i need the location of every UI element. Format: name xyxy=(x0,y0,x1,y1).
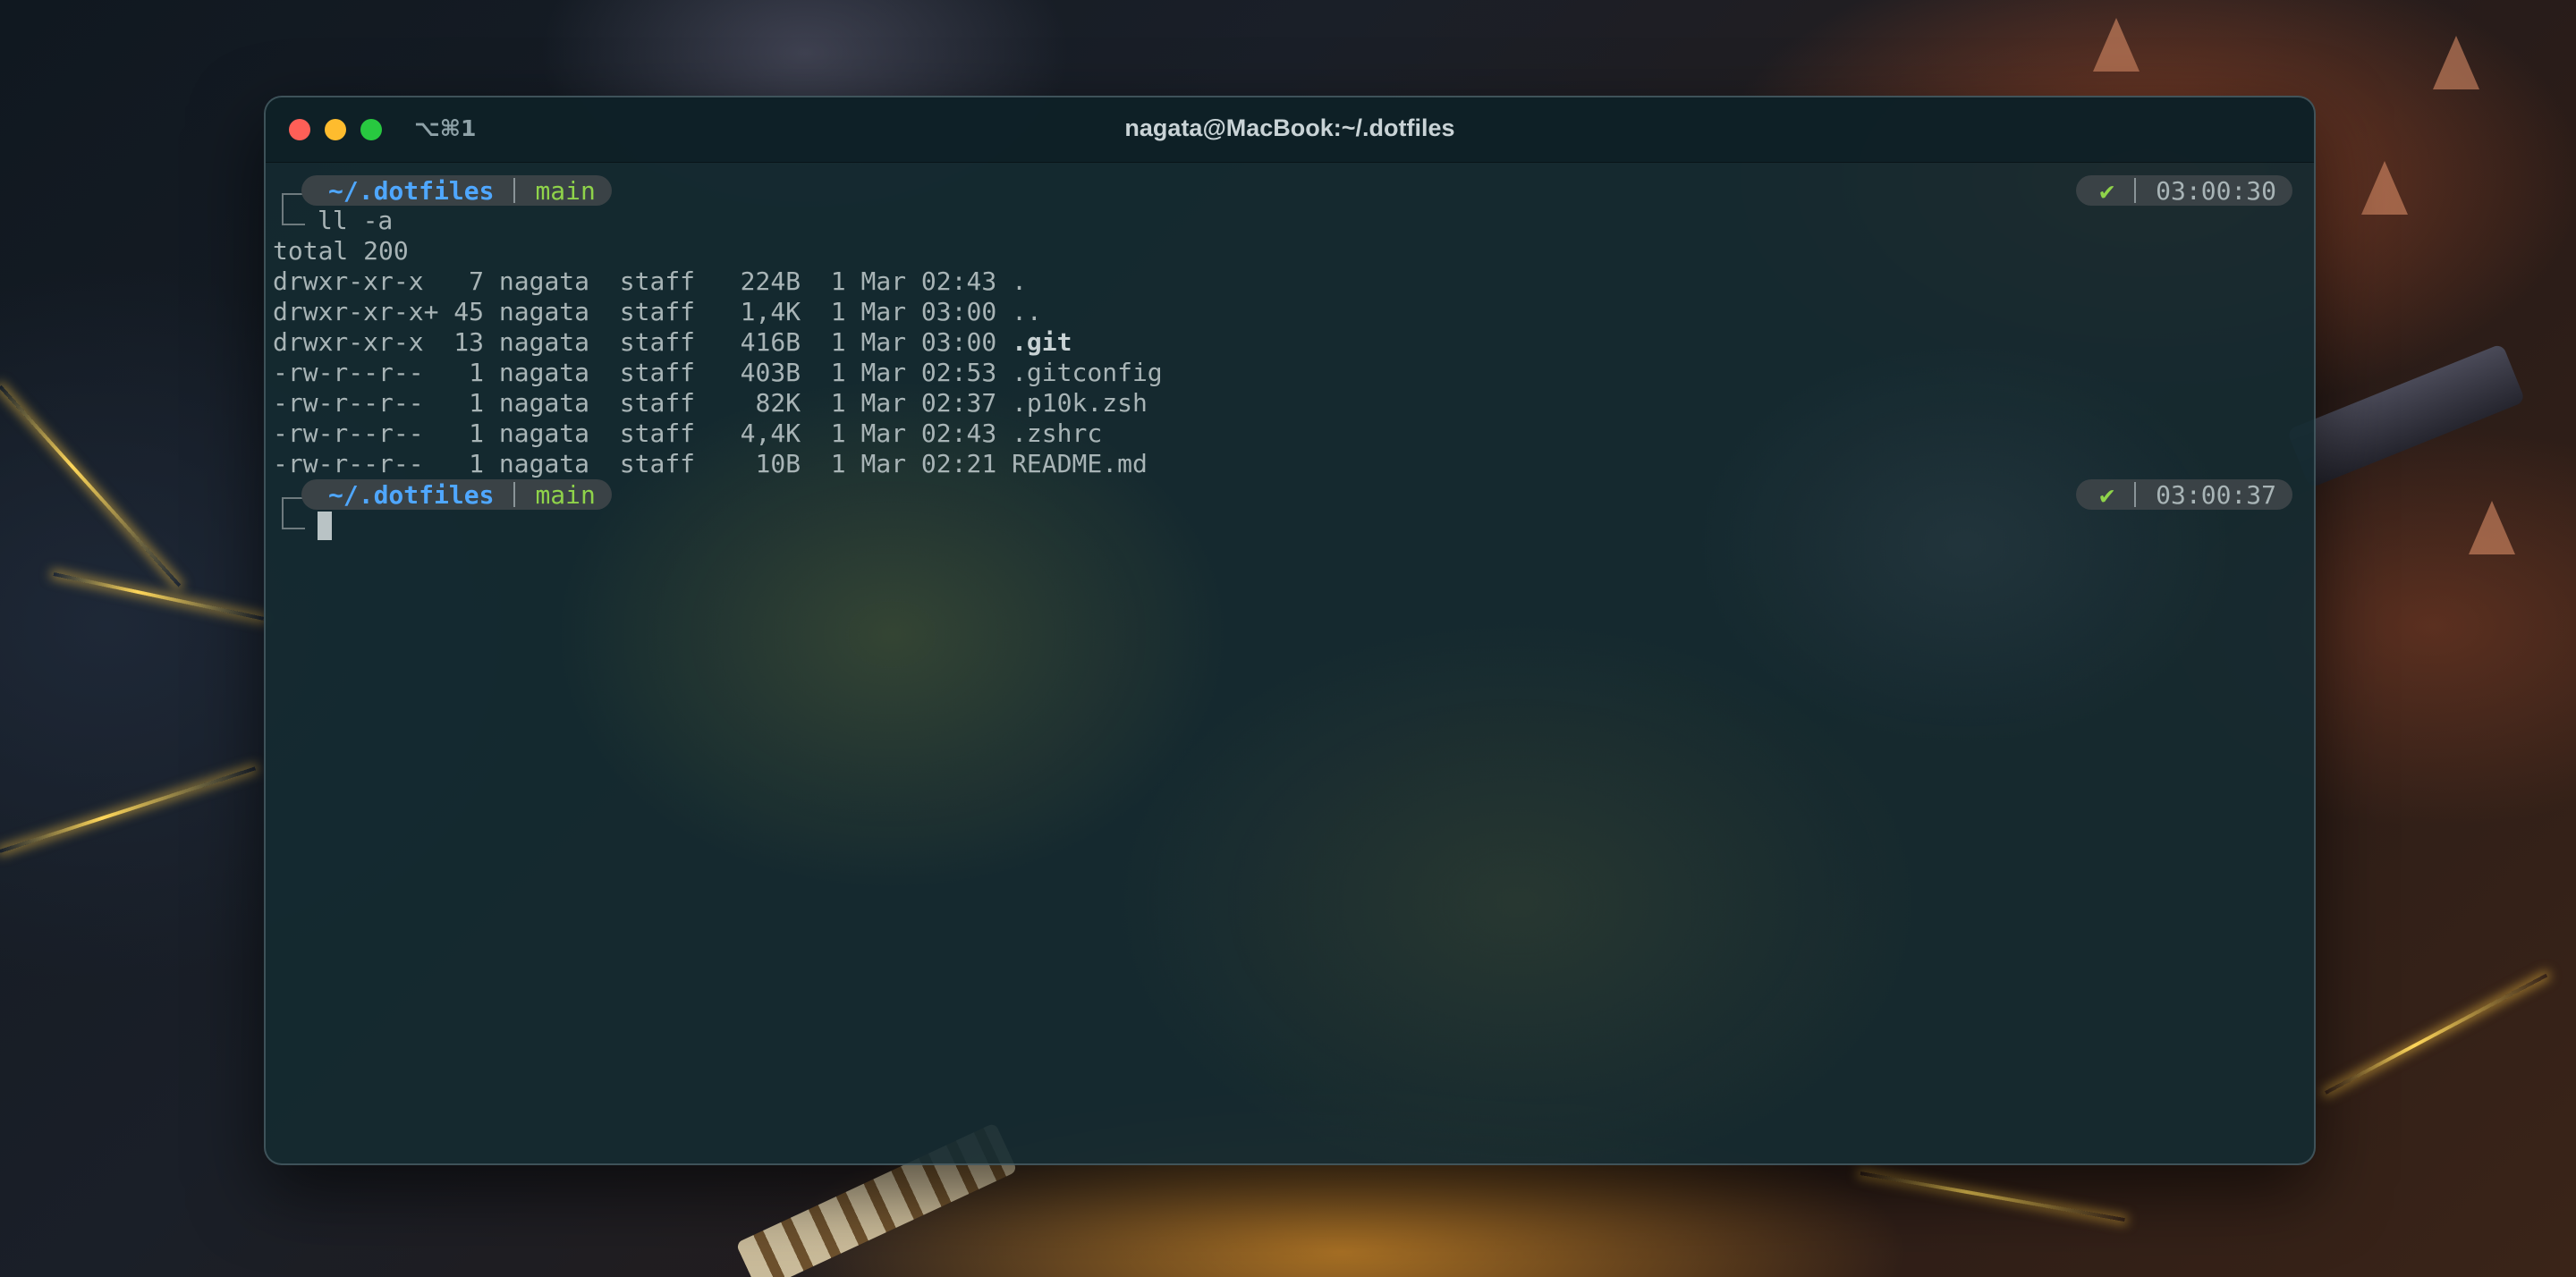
prompt-left-segment: ~/.dotfiles main xyxy=(301,479,612,510)
file-size: 10B xyxy=(740,449,801,478)
file-size: 224B xyxy=(740,266,801,296)
prompt-time: 03:00:30 xyxy=(2156,175,2276,206)
file-name: .gitconfig xyxy=(1012,358,1163,387)
file-user: nagata xyxy=(498,297,590,326)
wallpaper-shard xyxy=(2361,161,2408,215)
checkmark-icon: ✔ xyxy=(2099,175,2115,206)
listing-row: -rw-r--r-- 1 nagata staff 403B 1 Mar 02:… xyxy=(273,358,1163,388)
file-perms: -rw-r--r-- xyxy=(273,419,439,448)
listing-row: drwxr-xr-x 7 nagata staff 224B 1 Mar 02:… xyxy=(273,266,1027,297)
wallpaper-lightning xyxy=(0,766,256,853)
file-links: 1 xyxy=(453,419,485,448)
listing-row: -rw-r--r-- 1 nagata staff 4,4K 1 Mar 02:… xyxy=(273,419,1102,449)
prompt-frame-bottom xyxy=(282,209,305,225)
file-name: README.md xyxy=(1012,449,1148,478)
file-user: nagata xyxy=(498,266,590,296)
checkmark-icon: ✔ xyxy=(2099,479,2115,510)
wallpaper-shard xyxy=(2433,36,2479,89)
title-bar[interactable]: ⌥⌘1 nagata@MacBook:~/.dotfiles xyxy=(266,97,2314,163)
file-date: 1 Mar 03:00 xyxy=(830,297,997,326)
prompt-frame-top xyxy=(282,497,305,515)
file-perms: -rw-r--r-- xyxy=(273,358,439,387)
text-cursor[interactable] xyxy=(318,512,332,540)
file-group: staff xyxy=(619,297,696,326)
wallpaper-shard xyxy=(2093,18,2140,72)
file-name: . xyxy=(1012,266,1027,296)
file-size: 403B xyxy=(740,358,801,387)
file-name: .p10k.zsh xyxy=(1012,388,1148,418)
prompt-left-segment: ~/.dotfiles main xyxy=(301,175,612,206)
file-name: .. xyxy=(1012,297,1042,326)
command-text: ll -a xyxy=(318,206,394,235)
listing-row: drwxr-xr-x+ 45 nagata staff 1,4K 1 Mar 0… xyxy=(273,297,1042,327)
file-size: 4,4K xyxy=(740,419,801,448)
file-size: 1,4K xyxy=(740,297,801,326)
wallpaper-sword xyxy=(2286,343,2526,489)
prompt-separator xyxy=(2134,482,2137,507)
wallpaper-shard xyxy=(2469,501,2515,554)
file-perms: drwxr-xr-x xyxy=(273,266,439,296)
file-perms: -rw-r--r-- xyxy=(273,449,439,478)
file-group: staff xyxy=(619,419,696,448)
window-title: nagata@MacBook:~/.dotfiles xyxy=(1124,114,1455,141)
wallpaper-lightning xyxy=(1860,1171,2125,1222)
prompt-git-branch: main xyxy=(535,175,596,206)
file-links: 13 xyxy=(453,327,485,357)
prompt-directory: ~/.dotfiles xyxy=(328,479,495,510)
file-group: staff xyxy=(619,388,696,418)
file-links: 1 xyxy=(453,449,485,478)
file-perms: -rw-r--r-- xyxy=(273,388,439,418)
prompt-time: 03:00:37 xyxy=(2156,479,2276,510)
output-total: total 200 xyxy=(273,236,409,266)
file-name: .zshrc xyxy=(1012,419,1103,448)
file-links: 45 xyxy=(453,297,485,326)
file-date: 1 Mar 02:53 xyxy=(830,358,997,387)
file-date: 1 Mar 02:37 xyxy=(830,388,997,418)
file-date: 1 Mar 02:21 xyxy=(830,449,997,478)
file-group: staff xyxy=(619,449,696,478)
file-user: nagata xyxy=(498,358,590,387)
file-date: 1 Mar 02:43 xyxy=(830,266,997,296)
file-perms: drwxr-xr-x xyxy=(273,327,439,357)
file-links: 7 xyxy=(453,266,485,296)
prompt-frame-top xyxy=(282,193,305,211)
prompt-frame-bottom xyxy=(282,513,305,529)
file-group: staff xyxy=(619,266,696,296)
file-user: nagata xyxy=(498,449,590,478)
listing-row: -rw-r--r-- 1 nagata staff 10B 1 Mar 02:2… xyxy=(273,449,1148,479)
file-date: 1 Mar 02:43 xyxy=(830,419,997,448)
file-links: 1 xyxy=(453,358,485,387)
prompt-right-segment: ✔ 03:00:30 xyxy=(2076,175,2292,206)
file-user: nagata xyxy=(498,419,590,448)
file-user: nagata xyxy=(498,327,590,357)
prompt-separator xyxy=(513,178,516,203)
file-name: .git xyxy=(1012,327,1072,357)
prompt-directory: ~/.dotfiles xyxy=(328,175,495,206)
prompt-right-segment: ✔ 03:00:37 xyxy=(2076,479,2292,510)
wallpaper-lightning xyxy=(53,572,265,621)
wallpaper-lightning xyxy=(2325,973,2548,1095)
wallpaper-lightning xyxy=(0,385,182,588)
prompt-separator xyxy=(2134,178,2137,203)
file-group: staff xyxy=(619,327,696,357)
prompt-separator xyxy=(513,482,516,507)
file-size: 82K xyxy=(740,388,801,418)
file-links: 1 xyxy=(453,388,485,418)
file-user: nagata xyxy=(498,388,590,418)
prompt-git-branch: main xyxy=(535,479,596,510)
file-perms: drwxr-xr-x+ xyxy=(273,297,439,326)
file-date: 1 Mar 03:00 xyxy=(830,327,997,357)
file-group: staff xyxy=(619,358,696,387)
file-size: 416B xyxy=(740,327,801,357)
listing-row: -rw-r--r-- 1 nagata staff 82K 1 Mar 02:3… xyxy=(273,388,1148,419)
terminal-window[interactable]: ⌥⌘1 nagata@MacBook:~/.dotfiles ~/.dotfil… xyxy=(264,96,2316,1165)
listing-row: drwxr-xr-x 13 nagata staff 416B 1 Mar 03… xyxy=(273,327,1072,358)
